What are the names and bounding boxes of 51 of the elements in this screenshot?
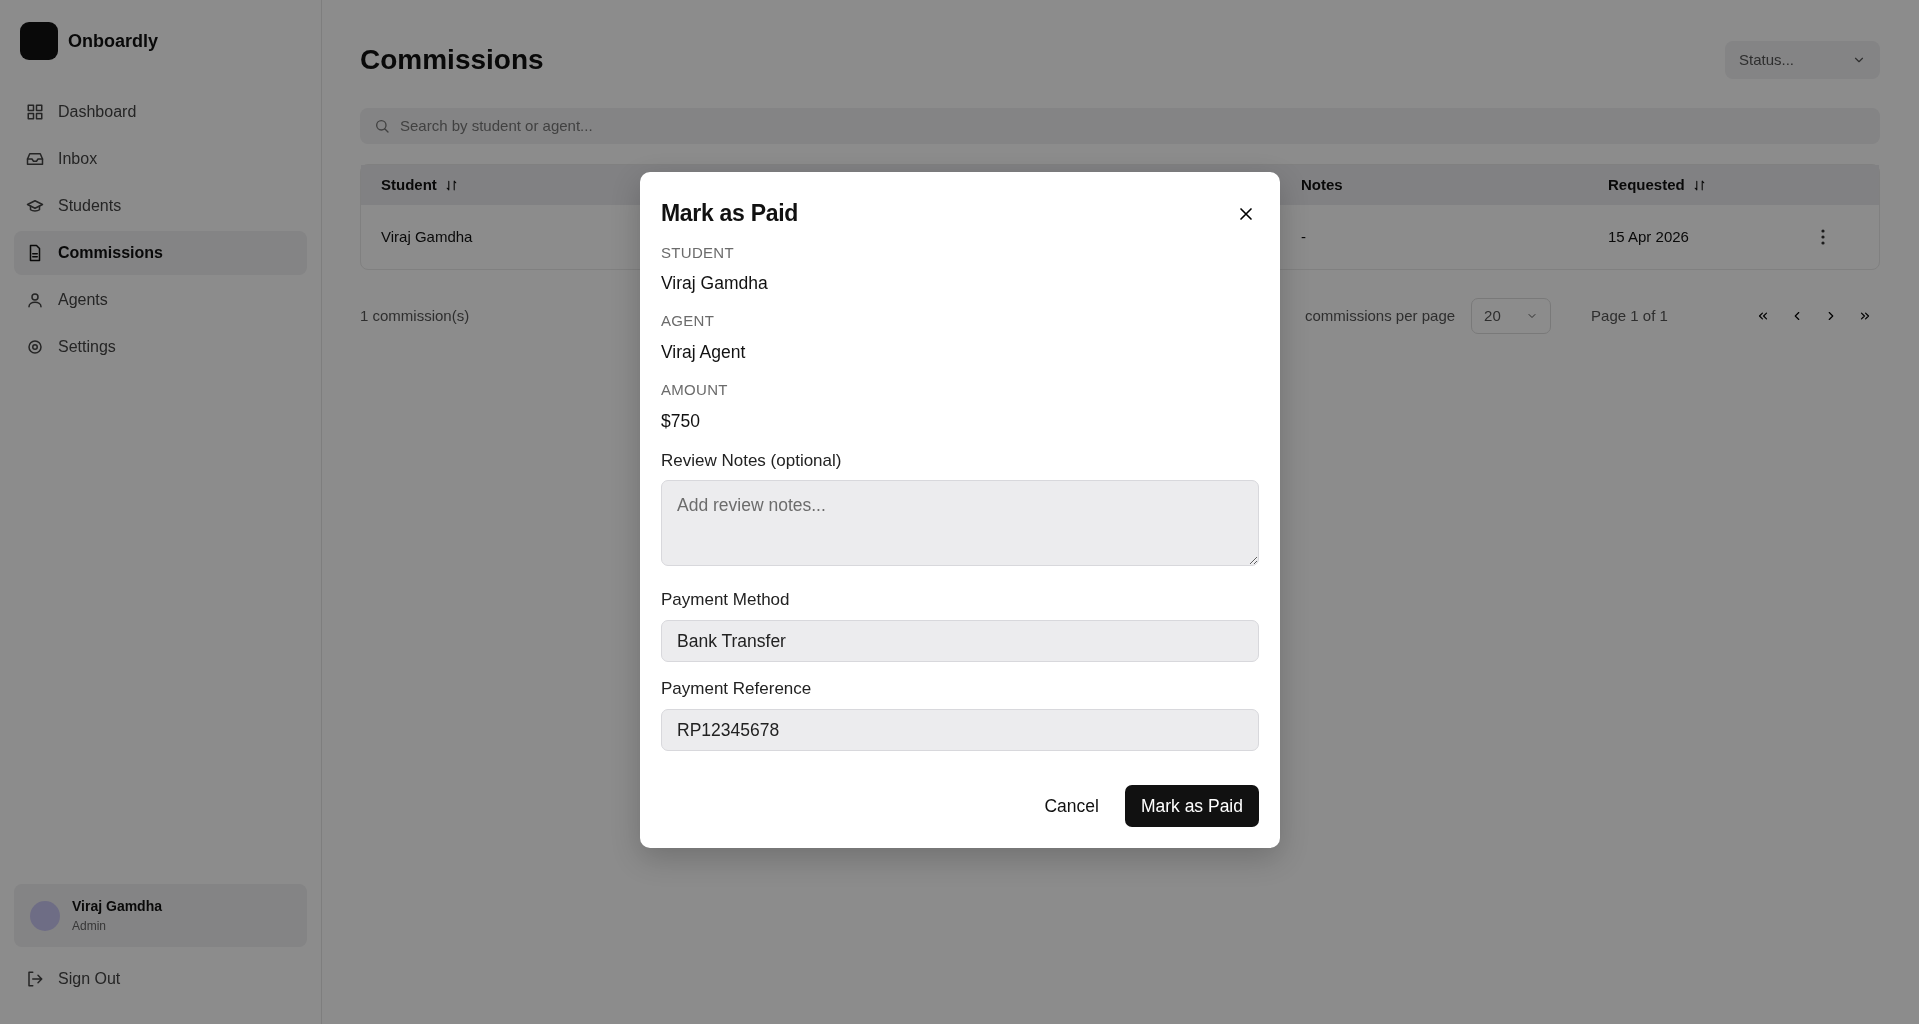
user-role: Admin xyxy=(72,918,107,935)
sign-out-button[interactable]: Sign Out xyxy=(14,957,307,1001)
detail-label: AGENT xyxy=(661,311,716,332)
sidebar-item[interactable]: Settings xyxy=(14,325,307,369)
inbox-icon xyxy=(26,150,44,168)
dialog-title: Mark as Paid xyxy=(661,200,799,228)
user-name: Viraj Gamdha xyxy=(72,897,162,916)
sidebar-item[interactable]: Students xyxy=(14,184,307,228)
more-icon[interactable] xyxy=(1821,229,1825,245)
field-label: Payment Reference xyxy=(661,678,813,701)
input-field[interactable]: RP12345678 xyxy=(661,708,1259,751)
field-label: Payment Method xyxy=(661,589,791,612)
first-page-icon xyxy=(1756,309,1770,323)
sidebar-item[interactable]: Agents xyxy=(14,278,307,322)
sort-icon xyxy=(444,178,458,192)
record-count: 1 commission(s) xyxy=(360,306,470,324)
grid-icon xyxy=(26,103,44,121)
exit-icon xyxy=(26,970,44,988)
column-header[interactable]: Student xyxy=(381,173,458,197)
sidebar-item[interactable]: Commissions xyxy=(14,231,307,275)
table-cell-text: 15 Apr 2026 xyxy=(1608,226,1689,247)
cap-icon xyxy=(26,197,44,215)
user-icon xyxy=(26,291,44,309)
per-page-label: commissions per page xyxy=(1305,305,1456,326)
detail-value: $750 xyxy=(661,409,701,433)
last-page-icon xyxy=(1858,309,1872,323)
notes-field[interactable]: Add review notes... xyxy=(661,480,1259,567)
table-cell-text: Viraj Gamdha xyxy=(381,226,473,247)
detail-label: AMOUNT xyxy=(661,380,729,401)
brand-name: Onboardly xyxy=(68,29,158,53)
column-header[interactable]: Notes xyxy=(1301,173,1343,197)
column-header[interactable]: Requested xyxy=(1608,173,1706,197)
input-field[interactable]: Bank Transfer xyxy=(661,619,1259,663)
search-field[interactable]: Search by student or agent... xyxy=(360,108,1880,144)
sidebar-item[interactable]: Dashboard xyxy=(14,90,307,134)
cancel-button[interactable]: Cancel xyxy=(1028,784,1115,828)
detail-label: STUDENT xyxy=(661,242,735,263)
table-cell-text: - xyxy=(1301,226,1306,247)
field-label: Review Notes (optional) xyxy=(661,449,843,472)
page-info: Page 1 of 1 xyxy=(1591,305,1668,326)
confirm-button[interactable]: Mark as Paid xyxy=(1124,784,1259,828)
user-card[interactable]: Viraj Gamdha Admin xyxy=(14,884,307,947)
sort-icon xyxy=(1692,178,1706,192)
detail-value: Viraj Gamdha xyxy=(661,272,769,296)
search-icon xyxy=(374,118,390,134)
status-select[interactable]: Status... xyxy=(1725,41,1880,79)
sidebar-item[interactable]: Inbox xyxy=(14,137,307,181)
detail-value: Viraj Agent xyxy=(661,340,747,364)
per-page-select[interactable]: 20 xyxy=(1471,298,1552,334)
logo xyxy=(20,22,58,60)
page-title: Commissions xyxy=(360,43,544,77)
